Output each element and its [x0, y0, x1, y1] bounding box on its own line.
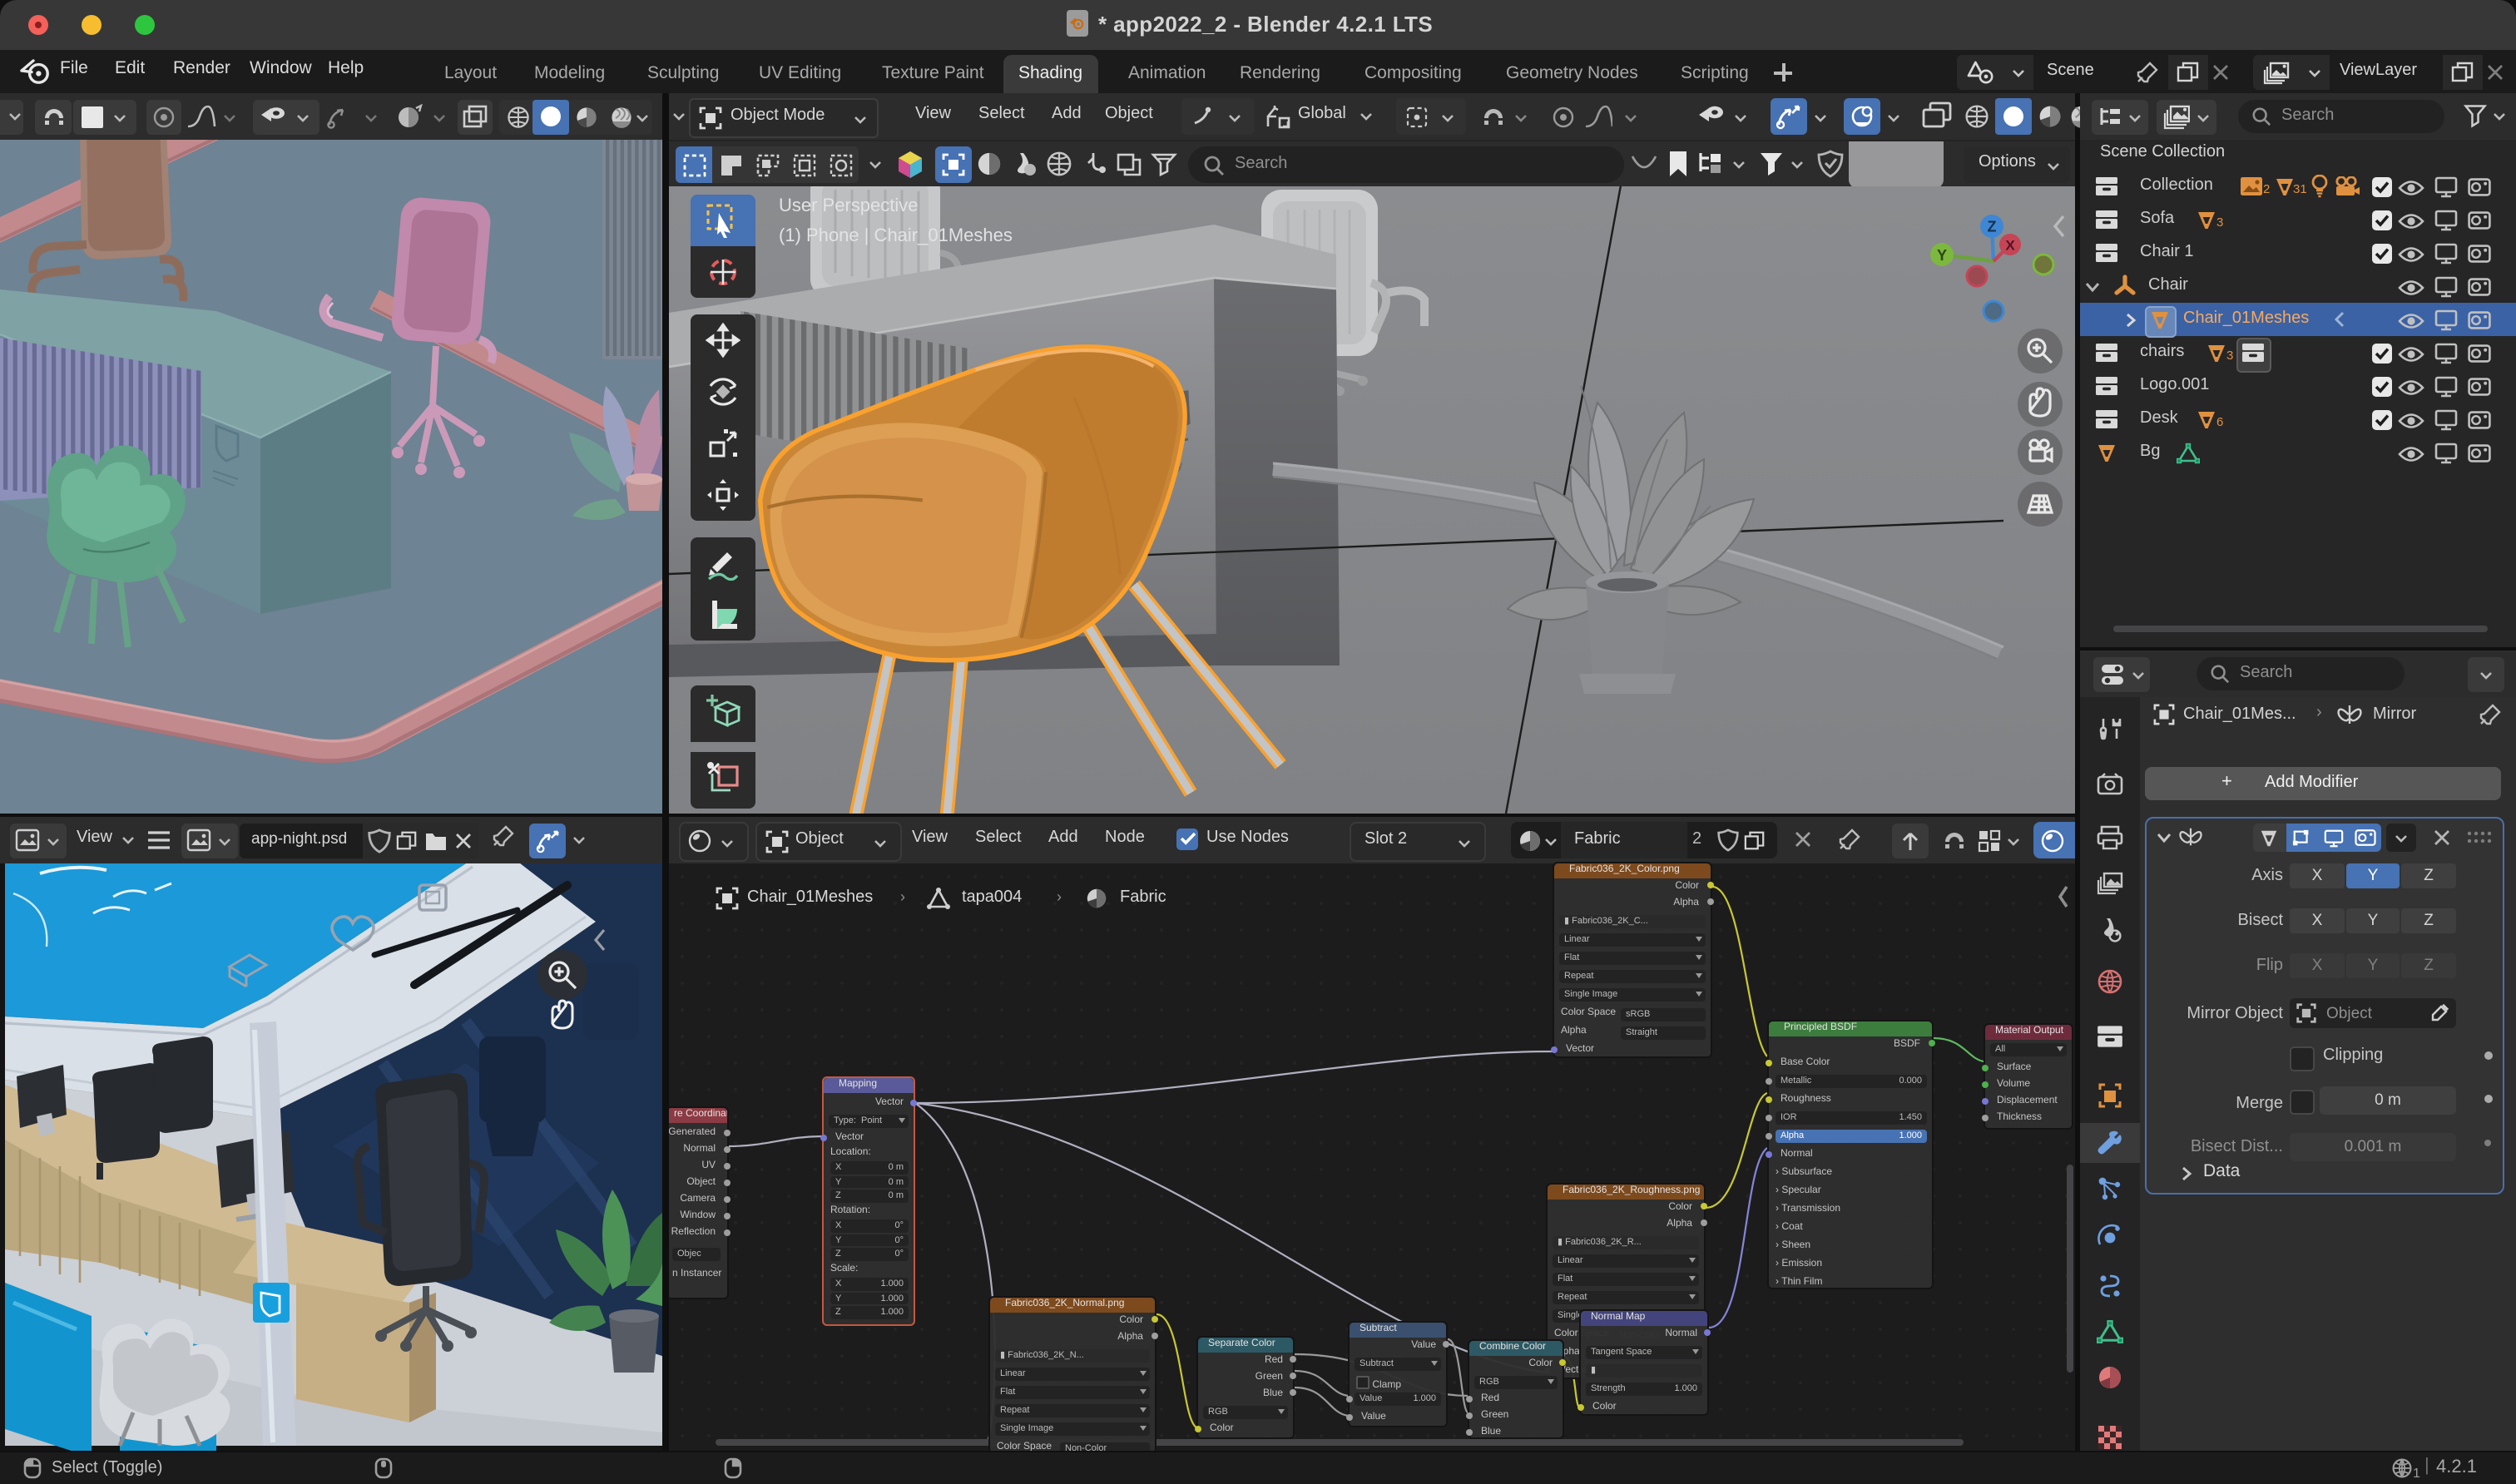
svg-text:Y: Y — [1937, 247, 1947, 264]
svg-text:X: X — [2005, 237, 2015, 253]
svg-text:(1) Phone | Chair_01Meshes: (1) Phone | Chair_01Meshes — [779, 225, 1013, 245]
svg-text:User Perspective: User Perspective — [779, 195, 919, 215]
svg-text:Z: Z — [1988, 218, 1997, 235]
